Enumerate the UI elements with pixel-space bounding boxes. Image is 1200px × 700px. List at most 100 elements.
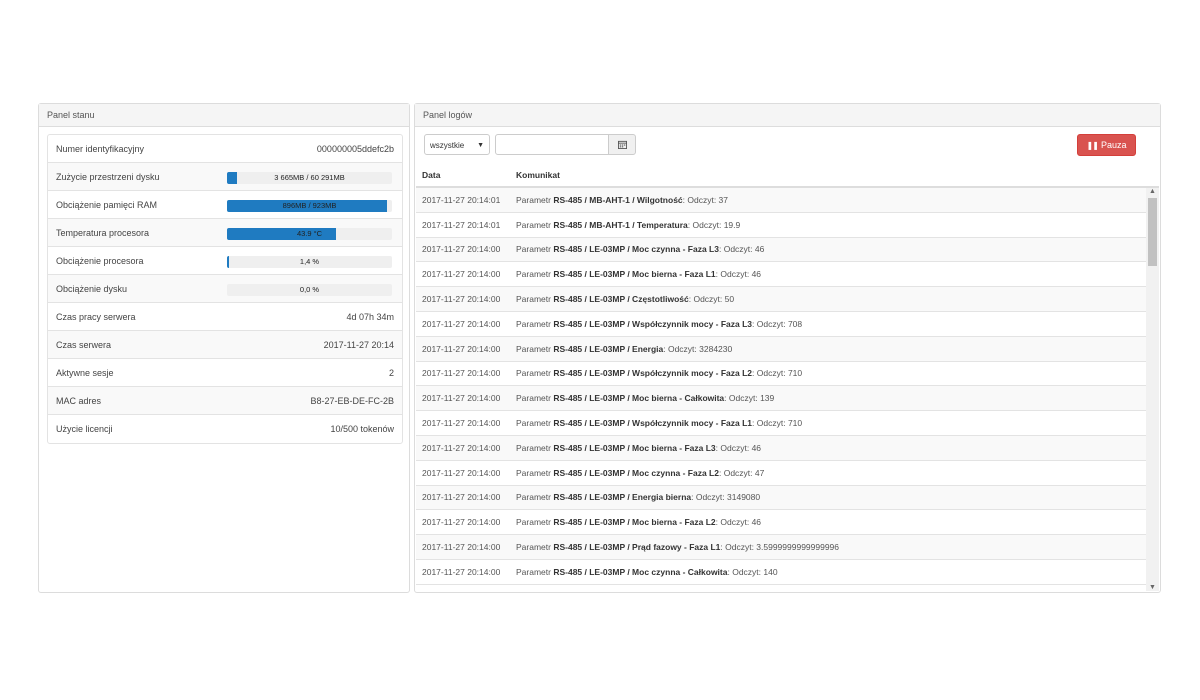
log-date: 2017-11-27 20:14:00 — [422, 294, 501, 305]
log-row: 2017-11-27 20:14:01 Parametr RS-485 / MB-… — [416, 188, 1146, 213]
status-label: Czas pracy serwera — [56, 311, 136, 322]
log-parameter: RS-485 / LE-03MP / Moc czynna - Całkowit… — [553, 566, 728, 577]
progress-text: 3 665MB / 60 291MB — [274, 173, 345, 182]
status-value: 4d 07h 34m — [346, 311, 394, 322]
log-date: 2017-11-27 20:14:00 — [422, 442, 501, 453]
log-date: 2017-11-27 20:14:00 — [422, 269, 501, 280]
status-label: Numer identyfikacyjny — [56, 143, 145, 154]
log-table-header: Data Komunikat — [416, 164, 1159, 188]
log-parameter: RS-485 / LE-03MP / Moc bierna - Faza L2 — [553, 517, 716, 528]
log-filter-select[interactable]: wszystkie ▼ — [424, 134, 490, 155]
log-row: 2017-11-27 20:14:00 Parametr RS-485 / LE-… — [416, 362, 1146, 387]
log-date: 2017-11-27 20:14:00 — [422, 393, 501, 404]
log-filter-value: wszystkie — [430, 141, 465, 150]
log-message: Parametr RS-485 / LE-03MP / Moc bierna -… — [516, 443, 1146, 453]
date-input[interactable] — [495, 134, 609, 155]
log-panel: Panel logów wszystkie ▼ ❚❚ Pauza Data Ko… — [414, 103, 1161, 593]
calendar-button[interactable] — [608, 134, 636, 155]
log-parameter: RS-485 / LE-03MP / Współczynnik mocy - F… — [553, 318, 753, 329]
log-parameter: RS-485 / MB-AHT-1 / Temperatura — [553, 219, 688, 230]
status-panel-title: Panel stanu — [39, 104, 409, 127]
log-message: Parametr RS-485 / LE-03MP / Moc bierna -… — [516, 269, 1146, 279]
log-message-prefix: Parametr — [516, 368, 554, 379]
log-row: 2017-11-27 20:14:00 Parametr RS-485 / LE-… — [416, 535, 1146, 560]
log-row: 2017-11-27 20:14:00 Parametr RS-485 / LE-… — [416, 262, 1146, 288]
pause-icon: ❚❚ — [1086, 140, 1099, 150]
status-label: Aktywne sesje — [56, 367, 114, 378]
log-message: Parametr RS-485 / LE-03MP / Prąd fazowy … — [516, 542, 1146, 552]
status-row: Czas pracy serwera 4d 07h 34m — [48, 303, 402, 331]
status-row: Obciążenie dysku 0,0 % — [48, 275, 402, 303]
status-row: Użycie licencji 10/500 tokenów — [48, 415, 402, 443]
status-row: Zużycie przestrzeni dysku 3 665MB / 60 29… — [48, 163, 402, 191]
pause-button[interactable]: ❚❚ Pauza — [1077, 134, 1136, 156]
log-row: 2017-11-27 20:14:00 Parametr RS-485 / LE-… — [416, 287, 1146, 312]
status-row: Aktywne sesje 2 — [48, 359, 402, 387]
log-reading: : Odczyt: 46 — [715, 269, 762, 280]
log-reading: : Odczyt: 37 — [682, 194, 729, 205]
log-reading: : Odczyt: 47 — [718, 467, 765, 478]
log-row: 2017-11-27 20:14:00 Parametr RS-485 / LE-… — [416, 485, 1146, 511]
log-date: 2017-11-27 20:14:01 — [422, 194, 501, 205]
log-reading: : Odczyt: 3284230 — [663, 343, 733, 354]
log-row: 2017-11-27 20:14:00 Parametr RS-485 / LE-… — [416, 461, 1146, 486]
log-row: 2017-11-27 20:14:01 Parametr RS-485 / MB-… — [416, 213, 1146, 238]
log-reading: : Odczyt: 50 — [688, 294, 735, 305]
log-date: 2017-11-27 20:14:00 — [422, 492, 501, 503]
log-message-prefix: Parametr — [516, 244, 554, 255]
progress-text: 0,0 % — [299, 285, 320, 294]
column-header-date: Data — [422, 170, 441, 180]
log-parameter: RS-485 / LE-03MP / Energia bierna — [553, 492, 692, 503]
status-label: MAC adres — [56, 395, 102, 406]
log-date: 2017-11-27 20:14:00 — [422, 566, 501, 577]
log-table-body: 2017-11-27 20:14:01 Parametr RS-485 / MB-… — [416, 188, 1146, 585]
log-reading: : Odczyt: 708 — [752, 318, 803, 329]
log-row: 2017-11-27 20:14:00 Parametr RS-485 / LE-… — [416, 560, 1146, 585]
status-row: Obciążenie procesora 1,4 % — [48, 247, 402, 275]
log-reading: : Odczyt: 46 — [715, 517, 762, 528]
log-message-prefix: Parametr — [516, 492, 554, 503]
log-message: Parametr RS-485 / LE-03MP / Współczynnik… — [516, 418, 1146, 428]
log-scrollbar[interactable]: ▲ ▼ — [1146, 188, 1159, 591]
status-panel: Panel stanu Numer identyfikacyjny 0000000… — [38, 103, 410, 593]
log-table: Data Komunikat 2017-11-27 20:14:01 Parame… — [416, 164, 1159, 591]
log-message-prefix: Parametr — [516, 393, 554, 404]
log-message-prefix: Parametr — [516, 194, 554, 205]
log-date: 2017-11-27 20:14:01 — [422, 219, 501, 230]
log-row: 2017-11-27 20:14:00 Parametr RS-485 / LE-… — [416, 510, 1146, 536]
log-message-prefix: Parametr — [516, 542, 554, 553]
log-parameter: RS-485 / LE-03MP / Moc czynna - Faza L3 — [553, 244, 719, 255]
status-value: 000000005ddefc2b — [316, 143, 394, 154]
log-date: 2017-11-27 20:14:00 — [422, 368, 501, 379]
log-parameter: RS-485 / MB-AHT-1 / Wilgotność — [553, 194, 683, 205]
status-row: Temperatura procesora 43.9 °C — [48, 219, 402, 247]
log-message: Parametr RS-485 / MB-AHT-1 / Temperatura… — [516, 220, 1146, 230]
column-header-message: Komunikat — [516, 170, 560, 180]
log-message-prefix: Parametr — [516, 269, 554, 280]
scroll-up-icon[interactable]: ▲ — [1149, 188, 1156, 195]
progress-text: 1,4 % — [299, 257, 320, 266]
log-message-prefix: Parametr — [516, 294, 554, 305]
progress-bar: 896MB / 923MB — [227, 200, 392, 212]
status-row: Obciążenie pamięci RAM 896MB / 923MB — [48, 191, 402, 219]
progress-bar: 0,0 % — [227, 284, 392, 296]
log-parameter: RS-485 / LE-03MP / Moc bierna - Faza L3 — [553, 442, 716, 453]
status-value: 10/500 tokenów — [330, 424, 394, 434]
log-row: 2017-11-27 20:14:00 Parametr RS-485 / LE-… — [416, 386, 1146, 412]
log-reading: : Odczyt: 710 — [752, 368, 803, 379]
caret-down-icon: ▼ — [477, 142, 484, 149]
log-parameter: RS-485 / LE-03MP / Moc bierna - Faza L1 — [553, 269, 716, 280]
scroll-down-icon[interactable]: ▼ — [1149, 584, 1156, 591]
progress-bar: 1,4 % — [227, 256, 392, 268]
scrollbar-thumb[interactable] — [1148, 198, 1157, 266]
log-message-prefix: Parametr — [516, 219, 554, 230]
log-date: 2017-11-27 20:14:00 — [422, 542, 501, 553]
log-date: 2017-11-27 20:14:00 — [422, 517, 501, 528]
log-row: 2017-11-27 20:14:00 Parametr RS-485 / LE-… — [416, 336, 1146, 362]
log-message-prefix: Parametr — [516, 467, 554, 478]
log-row: 2017-11-27 20:14:00 Parametr RS-485 / LE-… — [416, 411, 1146, 436]
log-message: Parametr RS-485 / LE-03MP / Współczynnik… — [516, 319, 1146, 329]
log-parameter: RS-485 / LE-03MP / Współczynnik mocy - F… — [553, 418, 753, 429]
log-reading: : Odczyt: 19.9 — [687, 219, 741, 230]
log-parameter: RS-485 / LE-03MP / Prąd fazowy - Faza L1 — [553, 542, 721, 553]
